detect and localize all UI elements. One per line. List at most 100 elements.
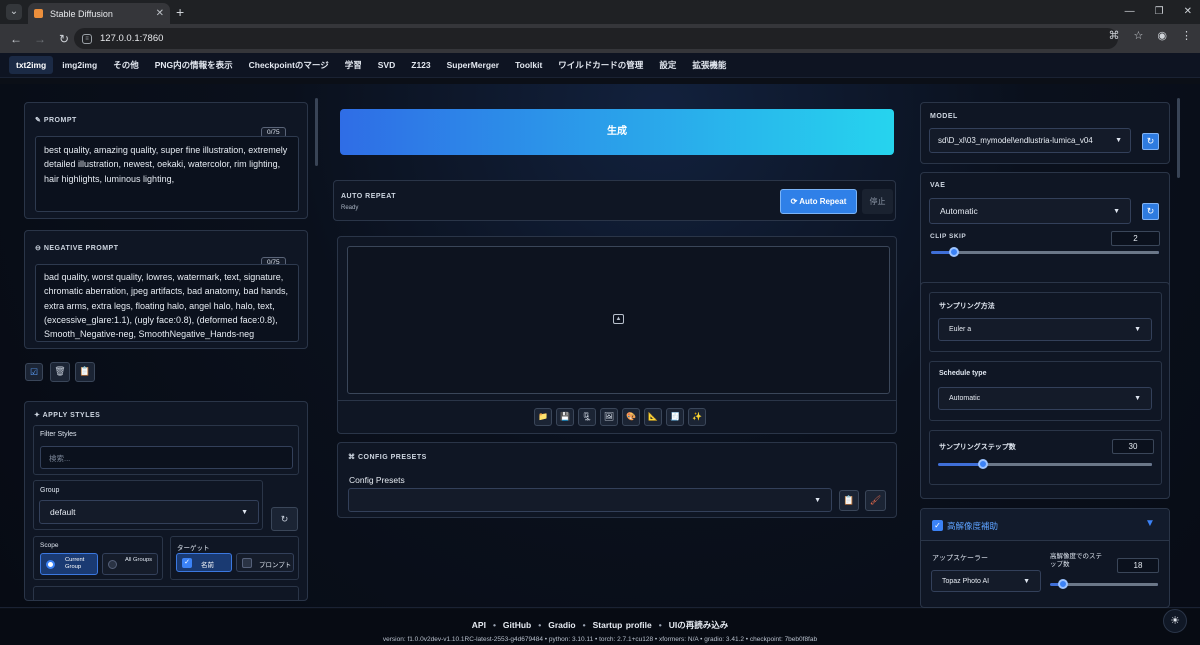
edit-preset-button[interactable]: 🖌 [865, 490, 886, 511]
checkbox-icon: ☑ [29, 367, 39, 377]
tab-extras[interactable]: その他 [106, 55, 146, 75]
restore-icon[interactable]: ❐ [1155, 3, 1164, 21]
address-bar[interactable]: ≡ 127.0.0.1:7860 [74, 28, 1118, 49]
schedule-group: Schedule type Automatic ▼ [929, 361, 1162, 421]
prompt-textarea[interactable]: best quality, amazing quality, super fin… [35, 136, 299, 212]
scope-all-option[interactable]: All Groups [102, 553, 158, 575]
schedule-select[interactable]: Automatic ▼ [938, 387, 1152, 410]
bookmark-star-icon[interactable]: ☆ [1134, 29, 1144, 42]
tab-img2img[interactable]: img2img [55, 56, 104, 74]
tab-extensions[interactable]: 拡張機能 [685, 55, 733, 75]
right-column-scrollbar[interactable] [1177, 98, 1180, 178]
footer-link-github[interactable]: GitHub [503, 620, 531, 630]
tab-train[interactable]: 学習 [338, 55, 369, 75]
tab-supermerger[interactable]: SuperMerger [440, 56, 506, 74]
back-icon[interactable]: ← [6, 32, 26, 46]
browser-tab[interactable]: Stable Diffusion ✕ [28, 3, 170, 24]
generation-info-icon[interactable]: 🧾 [666, 408, 684, 426]
model-select[interactable]: sd\D_xl\03_mymodel\endlustria-lumica_v04… [929, 128, 1131, 153]
forward-icon[interactable]: → [30, 32, 50, 46]
send-to-img2img-icon[interactable]: 🖼 [600, 408, 618, 426]
auto-repeat-button[interactable]: ⟳ Auto Repeat [780, 189, 857, 214]
scope-current-option[interactable]: Current Group [40, 553, 98, 575]
tab-z123[interactable]: Z123 [404, 56, 437, 74]
save-preset-button[interactable]: 📋 [839, 490, 859, 511]
config-presets-select[interactable]: ▼ [348, 488, 832, 512]
scope-label: Scope [40, 542, 59, 549]
minimize-icon[interactable]: — [1125, 3, 1135, 21]
site-info-icon[interactable]: ≡ [82, 33, 92, 44]
tab-checkpoint-merger[interactable]: Checkpointのマージ [242, 55, 336, 75]
zip-icon[interactable]: 🗜 [578, 408, 596, 426]
steps-input[interactable]: 30 [1112, 439, 1154, 454]
collapse-triangle-icon[interactable]: ▼ [1145, 518, 1155, 529]
sparkle-tool-icon[interactable]: ✨ [688, 408, 706, 426]
clip-skip-knob[interactable] [949, 247, 959, 257]
radio-unchecked-icon [108, 560, 117, 569]
footer-separator: • [658, 620, 662, 630]
new-tab-button[interactable]: + [176, 3, 184, 21]
hires-steps-input[interactable]: 18 [1117, 558, 1159, 573]
hires-checkbox-icon[interactable]: ✓ [932, 520, 943, 531]
target-name-checkbox[interactable]: ✓ 名前 [176, 553, 232, 572]
target-prompt-checkbox[interactable]: プロンプト [236, 553, 294, 572]
group-select[interactable]: default ▼ [39, 500, 259, 524]
open-folder-icon[interactable]: 📁 [534, 408, 552, 426]
tab-toolkit[interactable]: Toolkit [508, 56, 549, 74]
filter-styles-input[interactable]: 検索... [40, 446, 293, 469]
gallery-divider [338, 400, 896, 401]
tab-txt2img[interactable]: txt2img [9, 56, 54, 74]
reload-icon[interactable]: ↻ [54, 32, 74, 46]
vae-select[interactable]: Automatic ▼ [929, 198, 1131, 224]
refresh-groups-button[interactable]: ↻ [271, 507, 298, 531]
target-group: ターゲット ✓ 名前 プロンプト [170, 536, 299, 580]
footer-link-startup-profile[interactable]: Startup profile [593, 620, 652, 630]
footer-links: API • GitHub • Gradio • Startup profile • UIの再読み… [0, 619, 1200, 631]
tab-wildcards[interactable]: ワイルドカードの管理 [551, 55, 650, 75]
save-icon[interactable]: 💾 [556, 408, 574, 426]
hires-steps-knob[interactable] [1058, 579, 1068, 589]
styles-list-partial [33, 586, 299, 600]
footer-link-reload-ui[interactable]: UIの再読み込み [669, 620, 729, 630]
translate-icon[interactable]: ⌘ [1109, 29, 1120, 42]
upscaler-select[interactable]: Topaz Photo AI ▼ [931, 570, 1041, 592]
sampler-select[interactable]: Euler a ▼ [938, 318, 1152, 341]
tab-settings[interactable]: 設定 [652, 55, 683, 75]
sampler-panel: サンプリング方法 Euler a ▼ Schedule type Automat… [920, 282, 1170, 499]
theme-toggle-button[interactable]: ☀ [1163, 609, 1187, 633]
pencil-icon: ✎ [35, 117, 44, 124]
dropdown-caret-icon: ▼ [1023, 577, 1030, 585]
generate-button[interactable]: 生成 [340, 109, 894, 155]
hires-steps-slider[interactable] [1050, 579, 1158, 589]
clip-skip-input[interactable]: 2 [1111, 231, 1160, 246]
close-window-icon[interactable]: ✕ [1184, 3, 1192, 21]
browser-menu-icon[interactable]: ⋮ [1181, 29, 1192, 42]
refresh-model-button[interactable]: ↻ [1142, 133, 1159, 150]
clipboard-button[interactable]: 📋 [75, 362, 95, 382]
refresh-vae-button[interactable]: ↻ [1142, 203, 1159, 220]
checkbox-tool-button[interactable]: ☑ [25, 363, 43, 381]
sun-icon: ☀ [1170, 615, 1180, 627]
send-to-inpaint-icon[interactable]: 🎨 [622, 408, 640, 426]
steps-knob[interactable] [978, 459, 988, 469]
profile-icon[interactable]: ◉ [1157, 29, 1167, 42]
site-favicon-icon [34, 9, 43, 18]
left-column-scrollbar[interactable] [315, 98, 318, 166]
dropdown-caret-icon: ▼ [1134, 395, 1141, 402]
output-image-area[interactable]: ▲ [347, 246, 890, 394]
negative-prompt-textarea[interactable]: bad quality, worst quality, lowres, wate… [35, 264, 299, 342]
trash-button[interactable]: 🗑 [50, 362, 70, 382]
tab-svd[interactable]: SVD [371, 56, 402, 74]
send-to-extras-icon[interactable]: 📐 [644, 408, 662, 426]
generate-label: 生成 [607, 126, 627, 137]
prompt-label: ✎ PROMPT [35, 117, 77, 124]
hires-fix-header[interactable]: ✓ 高解像度補助 ▼ [921, 509, 1169, 541]
footer-link-gradio[interactable]: Gradio [548, 620, 575, 630]
steps-slider[interactable] [938, 459, 1152, 469]
footer-link-api[interactable]: API [472, 620, 486, 630]
tab-png-info[interactable]: PNG内の情報を表示 [148, 55, 240, 75]
stop-button[interactable]: 停止 [862, 189, 893, 214]
close-tab-icon[interactable]: ✕ [156, 8, 164, 19]
tab-search-icon[interactable]: ⌄ [6, 4, 22, 20]
clip-skip-slider[interactable] [931, 247, 1159, 257]
